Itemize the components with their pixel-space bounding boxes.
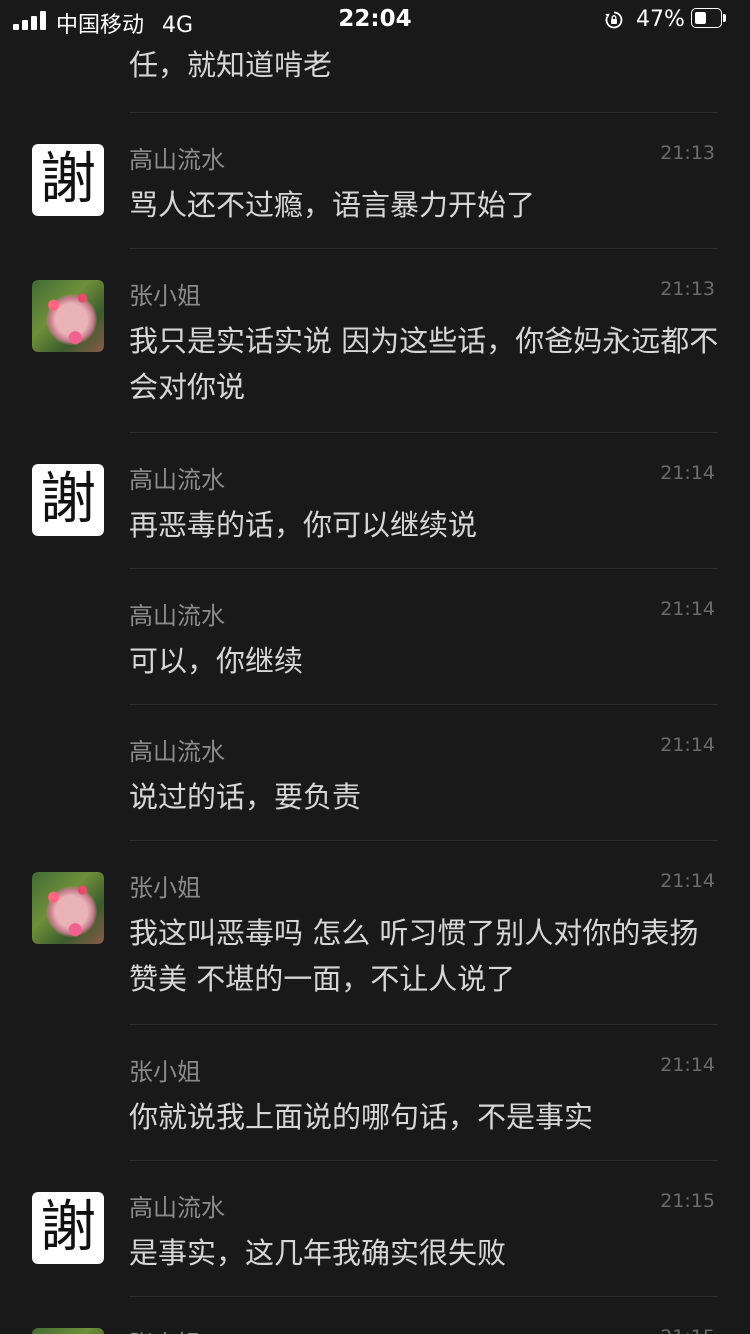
- message-item[interactable]: 张小姐 21:13 我只是实话实说 因为这些话，你爸妈永远都不会对你说: [0, 248, 750, 432]
- message-item[interactable]: 高山流水 21:14 说过的话，要负责: [0, 704, 750, 840]
- message-text: 我只是实话实说 因为这些话，你爸妈永远都不会对你说: [129, 324, 719, 404]
- message-time: 21:15: [660, 1190, 715, 1212]
- message-time: 21:14: [660, 1054, 715, 1076]
- message-time: 21:13: [660, 278, 715, 300]
- chat-history[interactable]: 任，就知道啃老 謝 高山流水 21:13 骂人还不过瘾，语言暴力开始了 张小姐 …: [0, 0, 750, 1334]
- sender-name: 高山流水: [129, 1194, 225, 1222]
- sender-name: 张小姐: [129, 1324, 201, 1334]
- battery-fill: [695, 12, 706, 24]
- sender-name: 高山流水: [129, 466, 225, 494]
- message-text: 是事实，这几年我确实很失败: [129, 1236, 507, 1270]
- status-bar: 中国移动 4G 22:04 47%: [0, 0, 750, 40]
- message-time: 21:14: [660, 462, 715, 484]
- avatar[interactable]: [32, 872, 104, 944]
- avatar[interactable]: 謝: [32, 1192, 104, 1264]
- message-item[interactable]: 张小姐 21:14 你就说我上面说的哪句话，不是事实: [0, 1024, 750, 1160]
- message-item[interactable]: 张小姐 21:15: [0, 1296, 750, 1334]
- battery-percent: 47%: [636, 7, 685, 32]
- message-text: 说过的话，要负责: [129, 780, 362, 814]
- sender-name: 高山流水: [129, 146, 225, 174]
- message-time: 21:13: [660, 142, 715, 164]
- message-time: 21:14: [660, 870, 715, 892]
- sender-name: 高山流水: [129, 738, 225, 766]
- message-item[interactable]: 謝 高山流水 21:13 骂人还不过瘾，语言暴力开始了: [0, 112, 750, 248]
- sender-name: 高山流水: [129, 602, 225, 630]
- rotation-lock-icon: [605, 11, 623, 29]
- message-time: 21:15: [660, 1326, 715, 1334]
- message-time: 21:14: [660, 598, 715, 620]
- sender-name: 张小姐: [129, 874, 201, 902]
- avatar[interactable]: 謝: [32, 464, 104, 536]
- message-time: 21:14: [660, 734, 715, 756]
- message-text: 骂人还不过瘾，语言暴力开始了: [129, 188, 536, 222]
- sender-name: 张小姐: [129, 1058, 201, 1086]
- avatar[interactable]: [32, 280, 104, 352]
- avatar[interactable]: [32, 1328, 104, 1334]
- battery-icon: [691, 8, 727, 30]
- message-text: 你就说我上面说的哪句话，不是事实: [129, 1100, 594, 1134]
- message-item[interactable]: 謝 高山流水 21:14 再恶毒的话，你可以继续说: [0, 432, 750, 568]
- message-item[interactable]: 謝 高山流水 21:15 是事实，这几年我确实很失败: [0, 1160, 750, 1296]
- message-text: 再恶毒的话，你可以继续说: [129, 508, 478, 542]
- message-item[interactable]: 高山流水 21:14 可以，你继续: [0, 568, 750, 704]
- avatar[interactable]: 謝: [32, 144, 104, 216]
- message-text: 可以，你继续: [129, 644, 304, 678]
- message-text-continuation: 任，就知道啃老: [129, 48, 333, 82]
- message-item[interactable]: 张小姐 21:14 我这叫恶毒吗 怎么 听习惯了别人对你的表扬赞美 不堪的一面，…: [0, 840, 750, 1024]
- sender-name: 张小姐: [129, 282, 201, 310]
- message-text: 我这叫恶毒吗 怎么 听习惯了别人对你的表扬赞美 不堪的一面，不让人说了: [129, 916, 699, 996]
